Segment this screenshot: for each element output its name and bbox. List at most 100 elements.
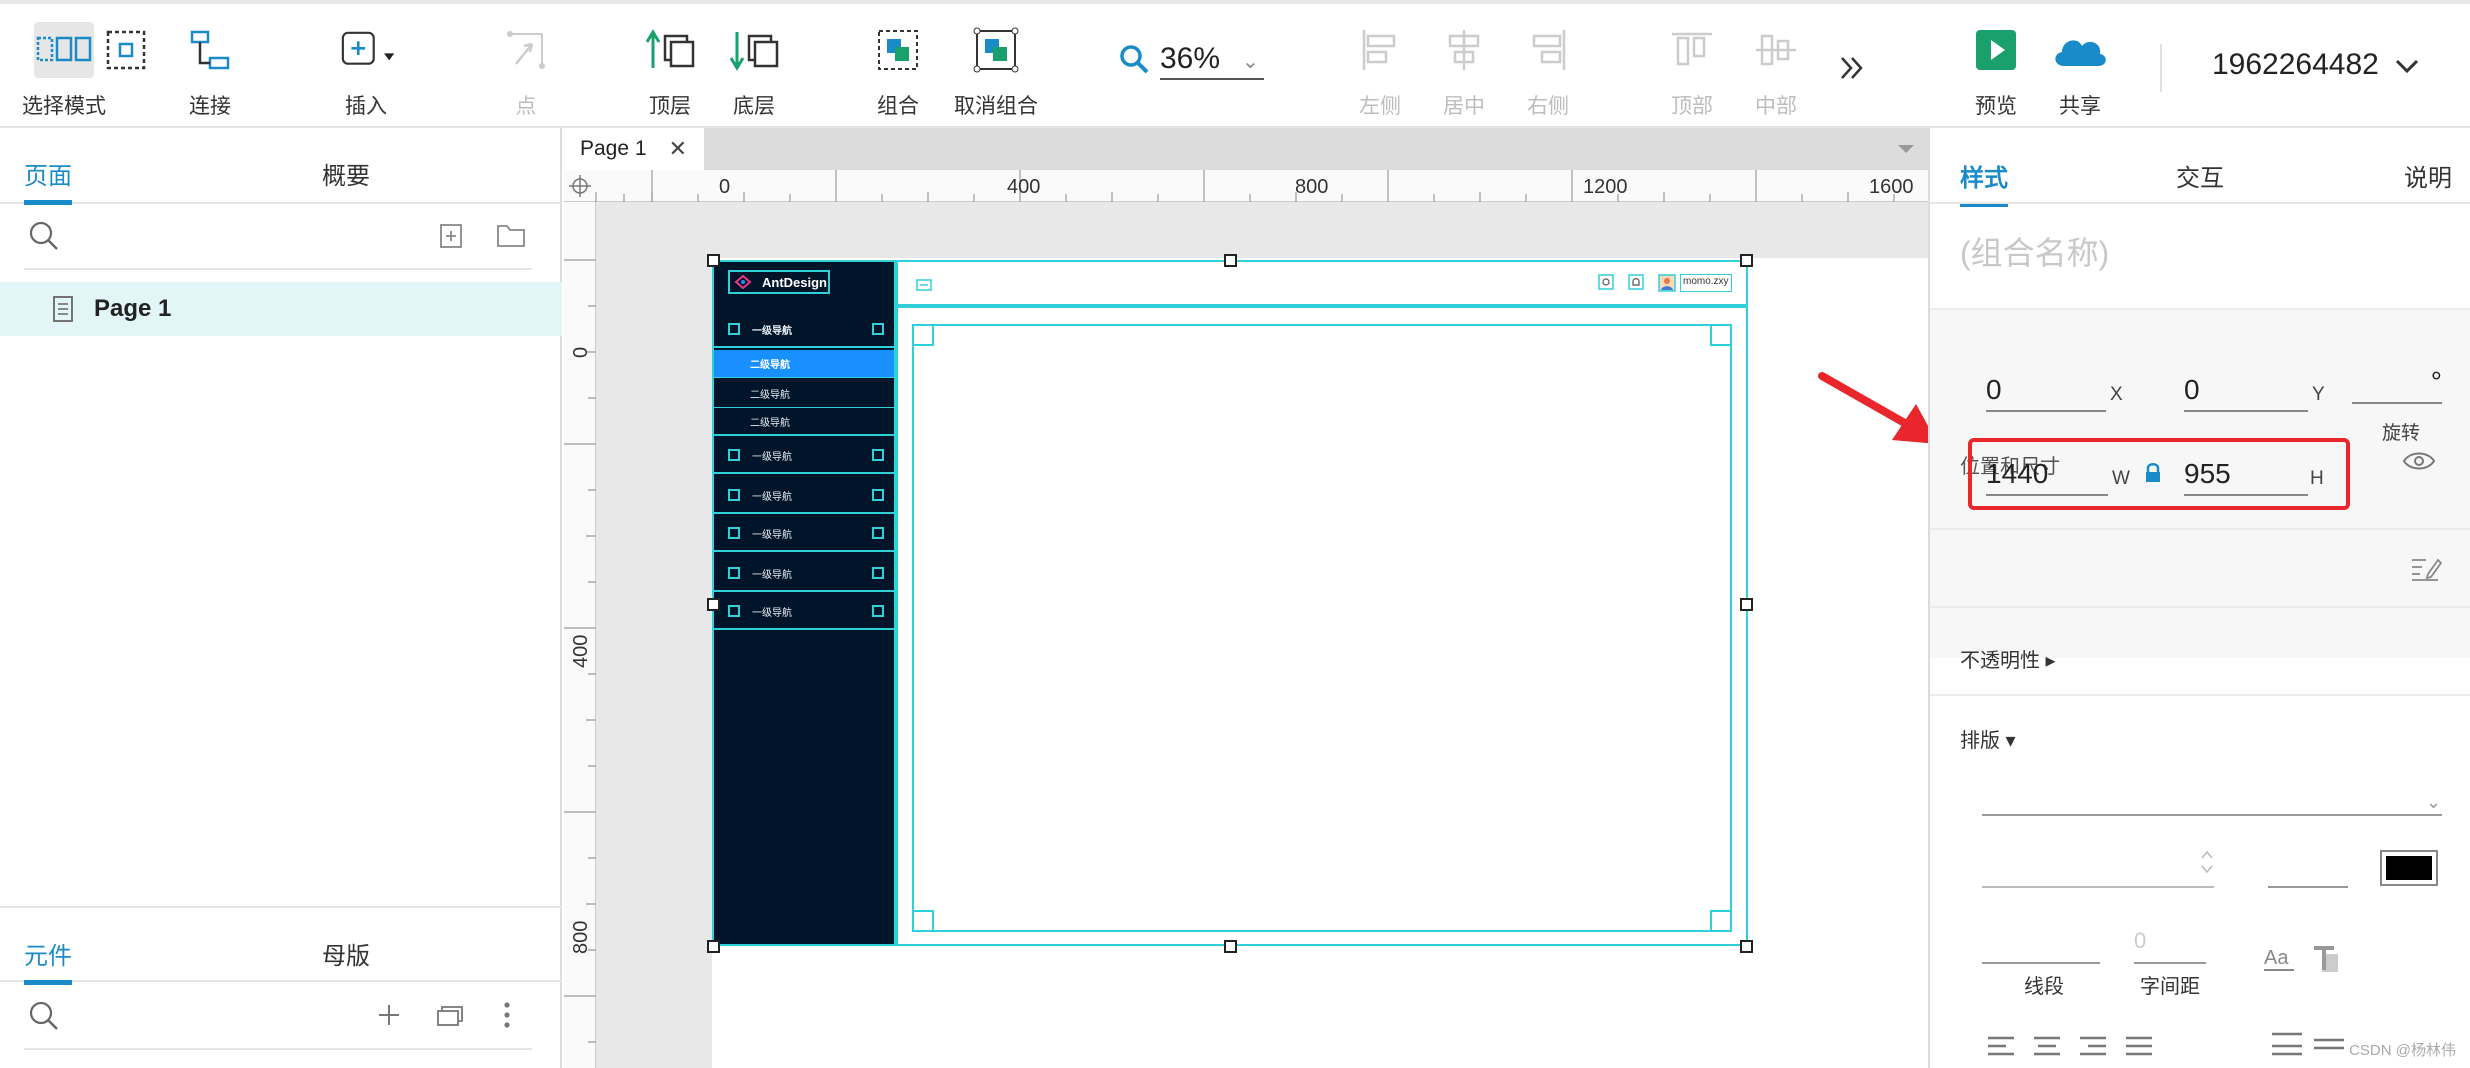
mock-nav-level1[interactable]: 一级导航 <box>714 438 894 474</box>
add-library-icon[interactable] <box>376 1002 402 1033</box>
ungroup-button[interactable]: 取消组合 <box>954 22 1038 120</box>
font-weight-select[interactable] <box>1982 886 2214 888</box>
mock-bell-icon[interactable] <box>1628 274 1644 295</box>
font-size-stepper-icon[interactable] <box>2200 848 2214 881</box>
mock-nav-level2-active[interactable]: 二级导航 <box>714 350 894 378</box>
mock-header[interactable] <box>896 260 1748 306</box>
horizontal-ruler: 0 400 800 1200 1600 <box>564 170 1928 202</box>
resize-handle-w[interactable] <box>707 598 720 611</box>
align-center-label: 居中 <box>1443 95 1485 118</box>
text-style-icon[interactable]: Aa <box>2262 944 2298 979</box>
mock-nav-level2[interactable]: 二级导航 <box>714 380 894 408</box>
edit-style-icon[interactable] <box>2410 554 2443 587</box>
align-middle-button[interactable]: 中部 <box>1746 22 1806 120</box>
share-button[interactable]: 共享 <box>2050 22 2110 120</box>
mock-nav-level1[interactable]: 一级导航 <box>714 556 894 592</box>
account-menu[interactable]: 1962264482 <box>2212 48 2419 82</box>
align-center-button[interactable]: 居中 <box>1434 22 1494 120</box>
opacity-toggle[interactable]: 不透明性 ▸ <box>1960 644 2056 673</box>
font-color-swatch[interactable] <box>2380 850 2438 886</box>
valign-top-icon[interactable] <box>2270 1032 2304 1061</box>
eye-icon[interactable] <box>2402 450 2436 477</box>
align-right-button[interactable]: 右侧 <box>1518 22 1578 120</box>
close-icon[interactable]: ✕ <box>669 136 687 162</box>
letter-spacing-field[interactable] <box>2134 962 2206 964</box>
mock-avatar[interactable] <box>1658 274 1676 297</box>
mock-nav-icon <box>728 449 740 461</box>
mock-menu-fold-icon[interactable] <box>916 278 932 296</box>
tabs-dropdown-icon[interactable] <box>1896 142 1916 160</box>
bottom-layer-button[interactable]: 底层 <box>724 22 784 120</box>
align-text-left-icon[interactable] <box>1986 1036 2016 1061</box>
mock-nav-level1[interactable]: 一级导航 <box>714 478 894 514</box>
line-spacing-field[interactable] <box>1982 962 2100 964</box>
font-select-chevron-down-icon[interactable]: ⌄ <box>2426 792 2441 813</box>
library-stack-icon[interactable] <box>436 1002 466 1033</box>
page-list-item[interactable]: Page 1 <box>0 282 562 336</box>
tab-widgets[interactable]: 元件 <box>24 936 72 985</box>
align-text-center-icon[interactable] <box>2032 1036 2062 1061</box>
top-layer-button[interactable]: 顶层 <box>640 22 700 120</box>
ruler-origin-crosshair-icon[interactable] <box>568 174 592 203</box>
y-field[interactable]: 0 <box>2184 374 2308 412</box>
font-size-field[interactable] <box>2268 886 2348 888</box>
tab-interaction[interactable]: 交互 <box>2176 158 2224 193</box>
width-field[interactable]: 1440 <box>1986 458 2108 496</box>
zoom-control[interactable]: 36% ⌄ <box>1118 42 1264 80</box>
text-shadow-icon[interactable] <box>2312 946 2342 979</box>
more-tools-button[interactable] <box>1822 40 1882 96</box>
tab-page-1[interactable]: Page 1 ✕ <box>564 128 704 170</box>
send-to-back-icon <box>724 22 784 78</box>
resize-handle-s[interactable] <box>1224 940 1237 953</box>
tab-outline[interactable]: 概要 <box>322 156 370 191</box>
height-field[interactable]: 955 <box>2184 458 2308 496</box>
font-family-select[interactable] <box>1982 814 2442 816</box>
resize-handle-sw[interactable] <box>707 940 720 953</box>
more-options-icon[interactable] <box>502 1000 512 1035</box>
red-arrow-annotation <box>1818 372 1938 444</box>
resize-handle-se[interactable] <box>1740 940 1753 953</box>
inspector-panel: 样式 交互 说明 (组合名称) 位置和尺寸 0 X 0 Y ° 旋转 1440 … <box>1928 128 2470 1068</box>
add-page-icon[interactable] <box>438 222 464 255</box>
mock-nav-level1[interactable]: 一级导航 <box>714 594 894 630</box>
align-top-button[interactable]: 顶部 <box>1662 22 1722 120</box>
connect-button[interactable]: 连接 <box>180 22 240 120</box>
lock-icon[interactable] <box>2144 462 2162 489</box>
x-field[interactable]: 0 <box>1986 374 2106 412</box>
align-text-right-icon[interactable] <box>2078 1036 2108 1061</box>
typography-toggle[interactable]: 排版 ▾ <box>1960 724 2016 753</box>
point-button[interactable]: 点 <box>496 22 556 120</box>
marquee-button[interactable] <box>96 22 156 78</box>
mock-content-panel[interactable] <box>912 324 1732 932</box>
rotation-field[interactable]: ° <box>2352 366 2442 404</box>
align-left-button[interactable]: 左侧 <box>1350 22 1410 120</box>
widgets-search-icon[interactable] <box>28 1000 60 1037</box>
group-button[interactable]: 组合 <box>868 22 928 120</box>
mock-search-icon[interactable] <box>1598 274 1614 295</box>
mock-logo[interactable]: AntDesign <box>728 270 830 294</box>
resize-handle-n[interactable] <box>1224 254 1237 267</box>
left-panel: 页面 概要 Page 1 元件 母版 <box>0 128 562 1068</box>
align-text-justify-icon[interactable] <box>2124 1036 2154 1061</box>
mock-nav-level2[interactable]: 二级导航 <box>714 408 894 436</box>
mock-nav-level1[interactable]: 一级导航 <box>714 516 894 552</box>
insert-button[interactable]: 插入 <box>336 22 396 120</box>
preview-button[interactable]: 预览 <box>1966 22 2026 120</box>
tab-style[interactable]: 样式 <box>1960 158 2008 207</box>
group-name-input[interactable]: (组合名称) <box>1960 228 2109 274</box>
add-folder-icon[interactable] <box>496 222 526 253</box>
tab-pages[interactable]: 页面 <box>24 156 72 205</box>
mock-username[interactable]: momo.zxy <box>1680 274 1732 292</box>
search-icon[interactable] <box>28 220 60 257</box>
letter-spacing-value[interactable]: 0 <box>2134 928 2146 954</box>
rotation-label: 旋转 <box>2382 423 2421 444</box>
mock-nav-level1-open[interactable]: 一级导航 <box>714 312 894 348</box>
tab-notes[interactable]: 说明 <box>2404 158 2452 193</box>
zoom-chevron-down-icon[interactable]: ⌄ <box>1242 49 1259 74</box>
select-mode-button[interactable]: 选择模式 <box>22 22 106 120</box>
resize-handle-nw[interactable] <box>707 254 720 267</box>
resize-handle-ne[interactable] <box>1740 254 1753 267</box>
tab-masters[interactable]: 母版 <box>322 936 370 971</box>
resize-handle-e[interactable] <box>1740 598 1753 611</box>
valign-middle-icon[interactable] <box>2312 1032 2346 1061</box>
